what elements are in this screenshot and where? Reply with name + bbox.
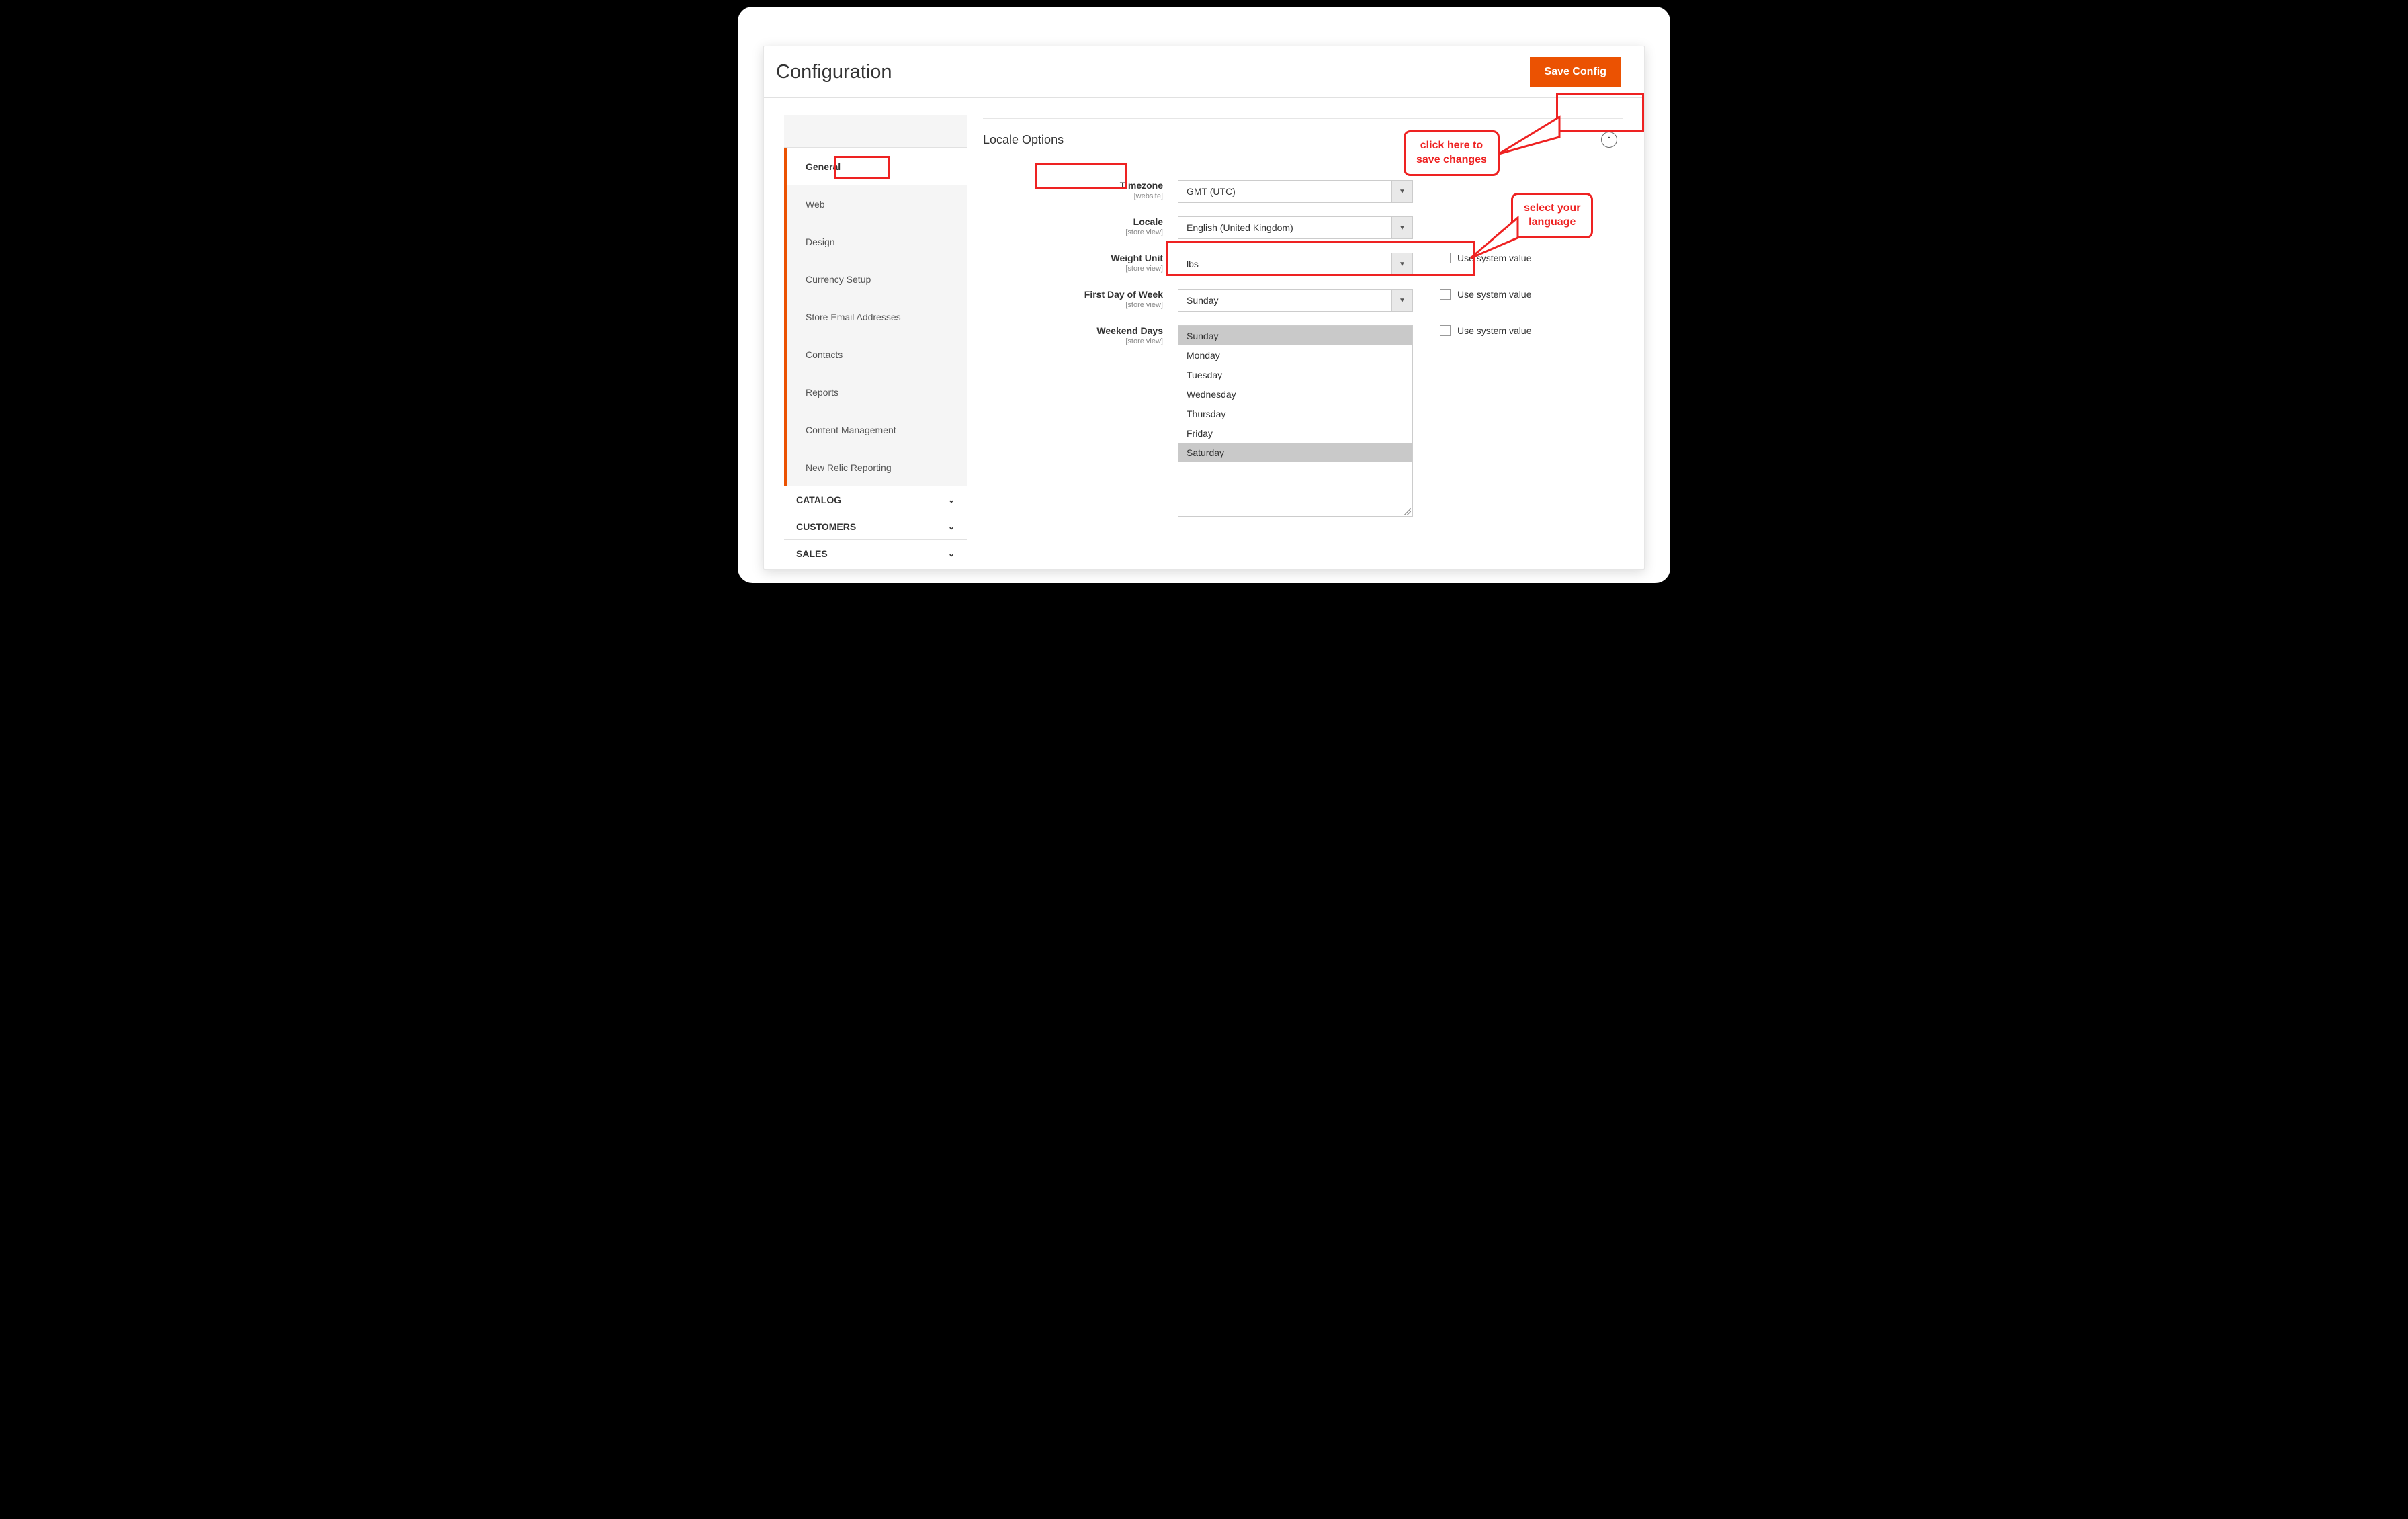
collapse-icon[interactable]: ⌃ — [1601, 132, 1617, 148]
sidebar-item-reports[interactable]: Reports — [787, 374, 967, 411]
field-label-weekend-days: Weekend Days — [983, 325, 1163, 336]
select-value: Sunday — [1187, 295, 1218, 306]
caret-down-icon: ▼ — [1391, 217, 1412, 238]
annotation-box-locale-field — [1166, 241, 1475, 276]
sidebar-group-sales[interactable]: SALES ⌄ — [784, 540, 967, 567]
timezone-select[interactable]: GMT (UTC) ▼ — [1178, 180, 1413, 203]
caret-down-icon: ▼ — [1391, 181, 1412, 202]
sidebar-group-customers[interactable]: CUSTOMERS ⌄ — [784, 513, 967, 540]
multiselect-option[interactable]: Wednesday — [1178, 384, 1412, 404]
annotation-box-save-button — [1556, 93, 1644, 132]
multiselect-option[interactable]: Friday — [1178, 423, 1412, 443]
callout-select-language: select your language — [1511, 193, 1593, 238]
use-system-value-checkbox[interactable] — [1440, 325, 1451, 336]
section-title-locale-options[interactable]: Locale Options — [983, 133, 1064, 147]
use-system-value-label: Use system value — [1457, 289, 1531, 300]
callout-arrow-icon — [1499, 114, 1559, 154]
save-config-button[interactable]: Save Config — [1530, 57, 1621, 87]
sidebar-group-label: CUSTOMERS — [796, 521, 856, 532]
select-value: GMT (UTC) — [1187, 186, 1236, 197]
chevron-down-icon: ⌄ — [948, 522, 955, 531]
sidebar-item-new-relic-reporting[interactable]: New Relic Reporting — [787, 449, 967, 486]
multiselect-option[interactable]: Saturday — [1178, 443, 1412, 462]
resize-handle-icon[interactable] — [1404, 508, 1411, 515]
sidebar-item-content-management[interactable]: Content Management — [787, 411, 967, 449]
multiselect-option[interactable]: Tuesday — [1178, 365, 1412, 384]
callout-save-changes: click here to save changes — [1404, 130, 1500, 176]
sidebar-item-design[interactable]: Design — [787, 223, 967, 261]
multiselect-option[interactable]: Monday — [1178, 345, 1412, 365]
callout-arrow-icon — [1471, 218, 1518, 258]
use-system-value-checkbox[interactable] — [1440, 289, 1451, 300]
field-scope: [store view] — [983, 337, 1163, 345]
sidebar-header-blank — [784, 115, 967, 148]
select-value: English (United Kingdom) — [1187, 222, 1293, 233]
use-system-value-label: Use system value — [1457, 325, 1531, 336]
sidebar-item-contacts[interactable]: Contacts — [787, 336, 967, 374]
page-title: Configuration — [776, 61, 892, 83]
sidebar-group-label: CATALOG — [796, 494, 841, 505]
field-scope: [store view] — [983, 228, 1163, 236]
locale-select[interactable]: English (United Kingdom) ▼ — [1178, 216, 1413, 239]
field-label-weight-unit: Weight Unit — [983, 253, 1163, 263]
multiselect-option[interactable]: Sunday — [1178, 326, 1412, 345]
field-scope: [store view] — [983, 301, 1163, 309]
multiselect-option[interactable]: Thursday — [1178, 404, 1412, 423]
annotation-box-general — [834, 156, 890, 179]
chevron-down-icon: ⌄ — [948, 495, 955, 505]
sidebar-item-currency-setup[interactable]: Currency Setup — [787, 261, 967, 298]
field-label-first-day: First Day of Week — [983, 289, 1163, 300]
chevron-down-icon: ⌄ — [948, 549, 955, 558]
first-day-of-week-select[interactable]: Sunday ▼ — [1178, 289, 1413, 312]
admin-window: Configuration Save Config General Web De… — [763, 46, 1645, 570]
field-label-locale: Locale — [983, 216, 1163, 227]
field-scope: [website] — [983, 192, 1163, 200]
sidebar-item-web[interactable]: Web — [787, 185, 967, 223]
annotation-box-locale-options — [1035, 163, 1127, 189]
caret-down-icon: ▼ — [1391, 290, 1412, 311]
sidebar-item-store-email-addresses[interactable]: Store Email Addresses — [787, 298, 967, 336]
sidebar-group-label: SALES — [796, 548, 828, 559]
sidebar-group-catalog[interactable]: CATALOG ⌄ — [784, 486, 967, 513]
field-scope: [store view] — [983, 265, 1163, 273]
weekend-days-multiselect[interactable]: Sunday Monday Tuesday Wednesday Thursday… — [1178, 325, 1413, 517]
